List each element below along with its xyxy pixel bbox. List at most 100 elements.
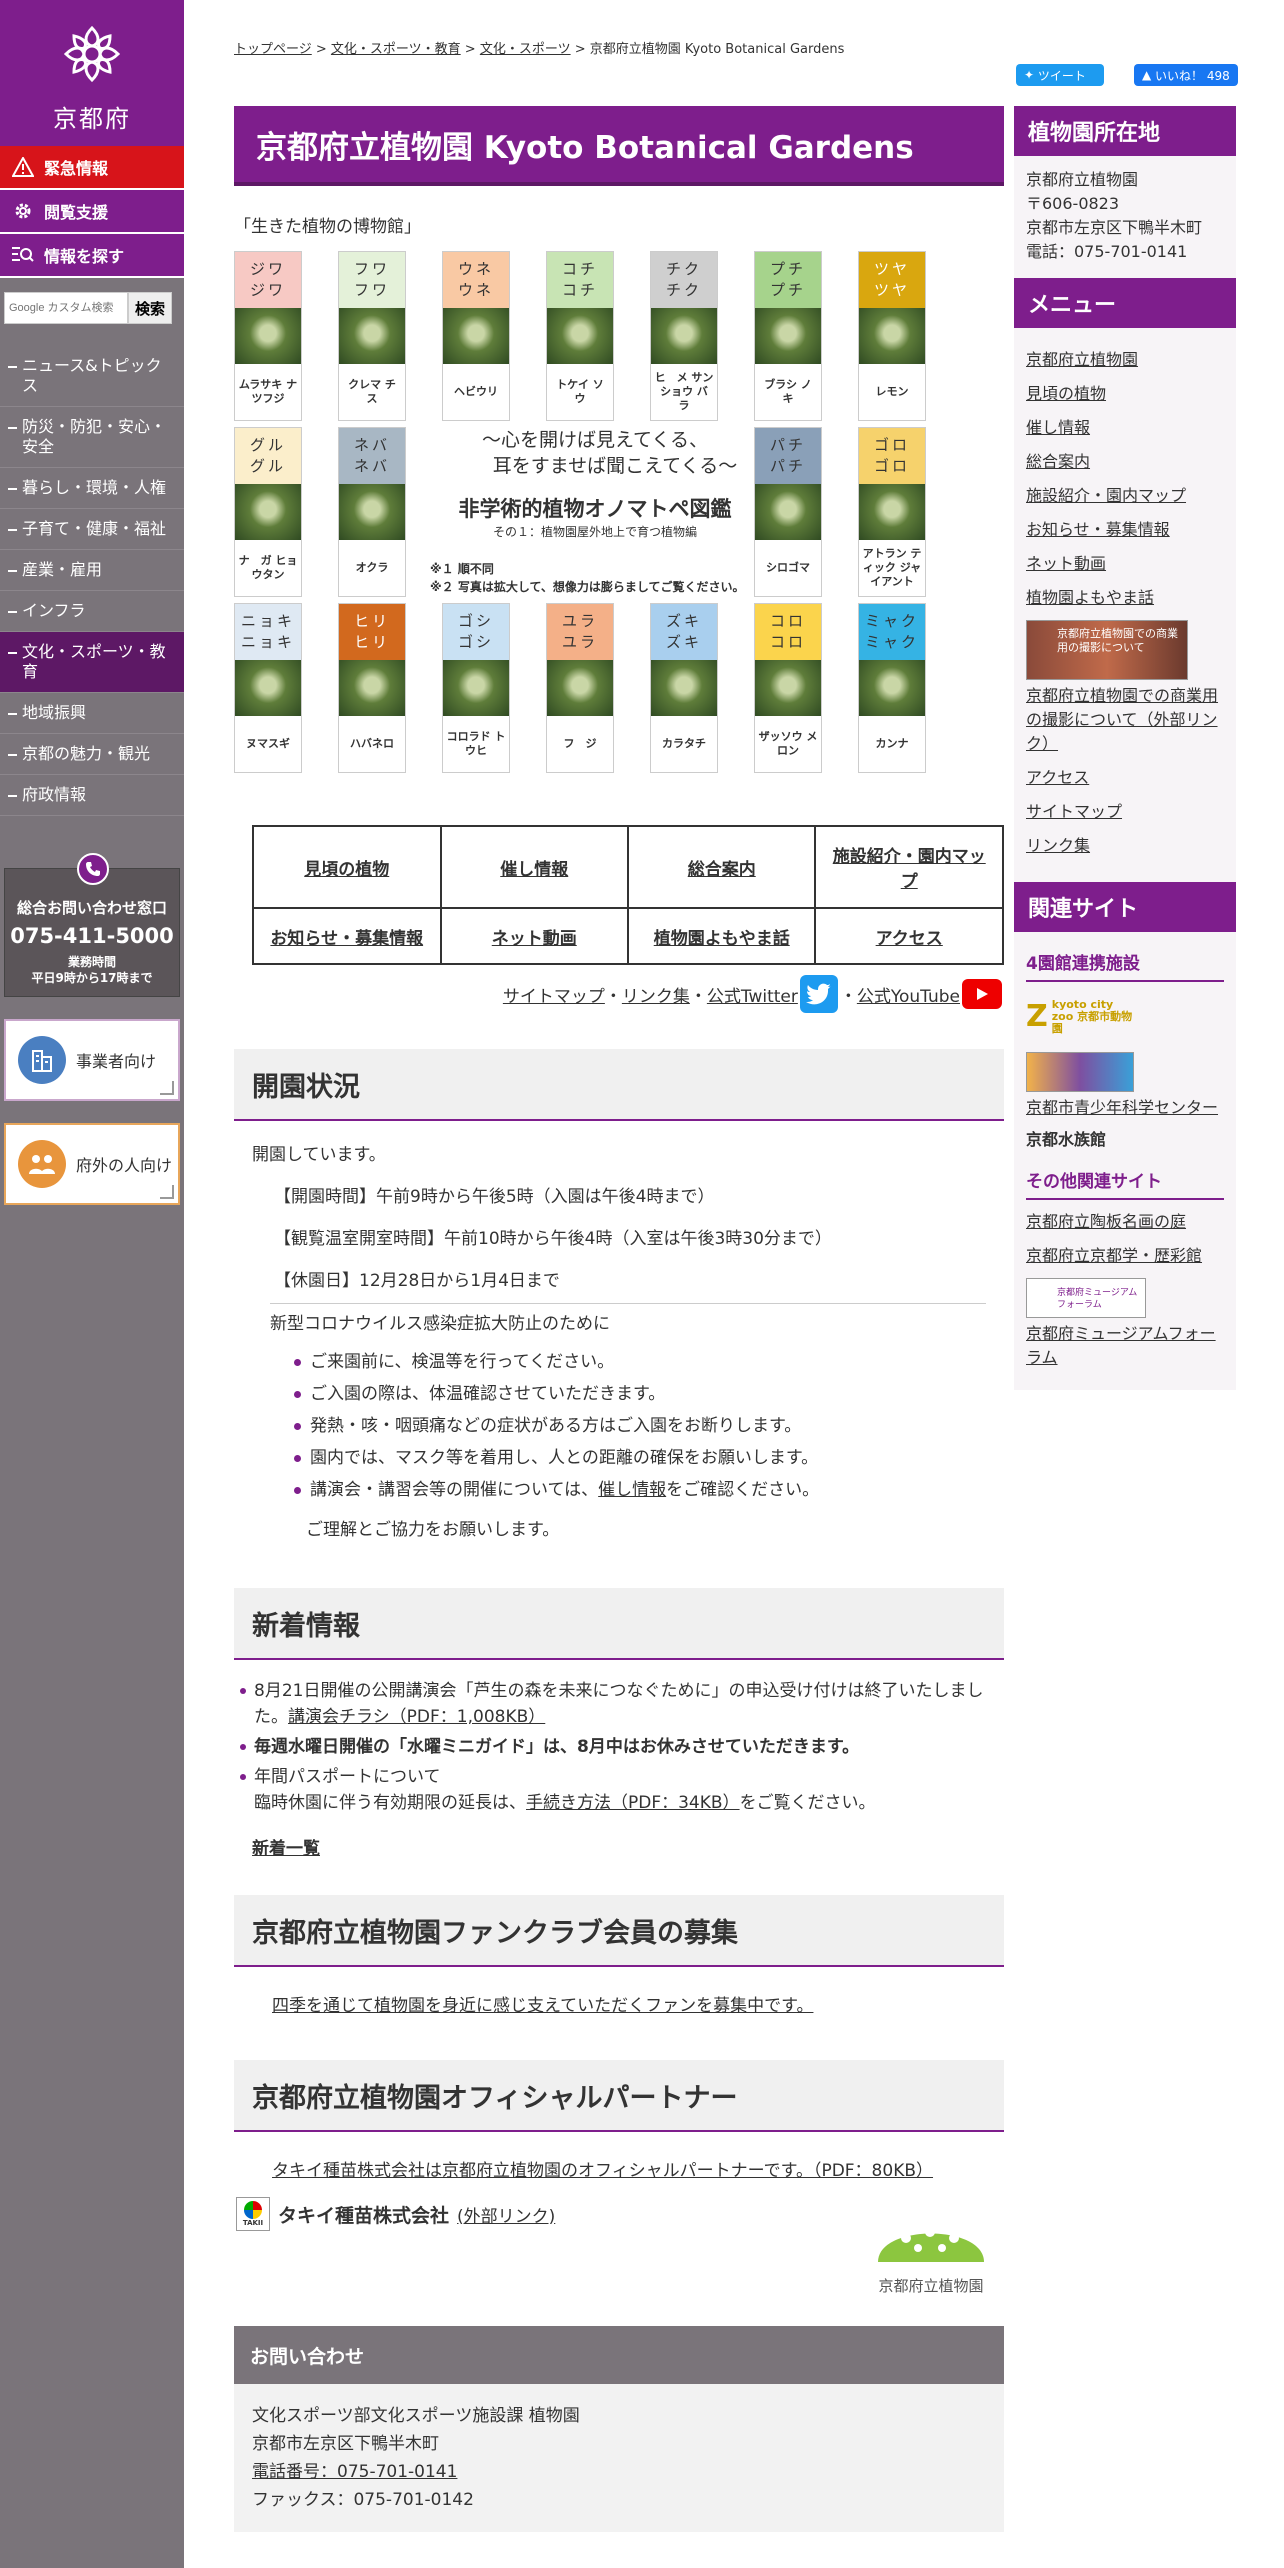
covid-item: 発熱・咳・咽頭痛などの症状がある方はご入園をお断りします。 — [290, 1410, 986, 1442]
find-info-button[interactable]: 情報を探す — [0, 234, 184, 278]
nav-item-infra[interactable]: インフラ — [0, 591, 184, 632]
zukan-card[interactable]: ゴシ ゴシ コロラド トウヒ — [442, 603, 510, 773]
menu-item[interactable]: お知らせ・募集情報 — [1026, 520, 1170, 539]
search-button[interactable]: 検索 — [128, 292, 172, 324]
emergency-button[interactable]: 緊急情報 — [0, 146, 184, 190]
menu-item[interactable]: リンク集 — [1026, 836, 1090, 855]
quicklink-stories-label[interactable]: 植物園よもやま話 — [654, 929, 790, 949]
zukan-card[interactable]: ミャク ミャク カンナ — [858, 603, 926, 773]
nav-item-safety[interactable]: 防災・防犯・安心・安全 — [0, 407, 184, 468]
zukan-card-plant-name: シロゴマ — [766, 561, 810, 574]
quicklink-events-label[interactable]: 催し情報 — [500, 860, 568, 880]
sitemap-link[interactable]: サイトマップ — [503, 982, 605, 1007]
nav-item-industry[interactable]: 産業・雇用 — [0, 550, 184, 591]
kyoto-emblem-icon — [63, 25, 121, 83]
zukan-card[interactable]: ユラ ユラフ ジ — [546, 603, 614, 773]
zukan-card[interactable]: グル グルナ ガ ヒョウタン — [234, 427, 302, 597]
quicklink-videos[interactable]: ネット動画 — [439, 907, 629, 965]
twitter-link[interactable]: 公式Twitter — [707, 982, 798, 1007]
commercial-link[interactable]: 京都府立植物園での商業用の撮影について（外部リンク） — [1026, 686, 1218, 753]
other-site-link[interactable]: 京都府立京都学・歴彩館 — [1026, 1246, 1202, 1265]
nav-item-life[interactable]: 暮らし・環境・人権 — [0, 468, 184, 509]
kyoto-logo[interactable]: 京都府 — [0, 0, 184, 146]
nav-item-news[interactable]: ニュース&トピックス — [0, 346, 184, 407]
zukan-card[interactable]: ヒリ ヒリ ハバネロ — [338, 603, 406, 773]
commercial-banner[interactable]: 京都府立植物園での商業用の撮影について — [1026, 620, 1188, 680]
events-link[interactable]: 催し情報 — [598, 1480, 666, 1500]
nav-item-region[interactable]: 地域振興 — [0, 693, 184, 734]
quicklink-access-label[interactable]: アクセス — [876, 929, 943, 949]
zukan-card[interactable]: ウネ ウネ ヘビウリ — [442, 251, 510, 421]
breadcrumb-culture[interactable]: 文化・スポーツ — [480, 42, 571, 57]
menu-item[interactable]: 見頃の植物 — [1026, 384, 1106, 403]
museum-link[interactable]: 京都府ミュージアムフォーラム — [1026, 1324, 1216, 1367]
youtube-link[interactable]: 公式YouTube — [857, 982, 960, 1007]
quicklink-facilities[interactable]: 施設紹介・園内マップ — [814, 825, 1004, 909]
nav-item-govt[interactable]: 府政情報 — [0, 775, 184, 816]
quicklink-videos-label[interactable]: ネット動画 — [492, 929, 577, 949]
zukan-card[interactable]: ネバ ネバ オクラ — [338, 427, 406, 597]
twitter-icon[interactable] — [799, 975, 838, 1013]
quicklink-guide-label[interactable]: 総合案内 — [688, 860, 756, 880]
partner-pdf-link[interactable]: タキイ種苗株式会社は京都府立植物園のオフィシャルパートナーです。（PDF：80K… — [272, 2161, 933, 2181]
lecture-flyer-link[interactable]: 講演会チラシ（PDF：1,008KB） — [288, 1707, 545, 1727]
zukan-card-plant-name: カンナ — [875, 737, 909, 750]
menu-item[interactable]: 植物園よもやま話 — [1026, 588, 1154, 607]
zukan-card-onomatopoeia: ズキ ズキ — [651, 604, 717, 660]
menu-item[interactable]: 催し情報 — [1026, 418, 1090, 437]
zukan-card[interactable]: ジワ ジワ ムラサキ ナツフジ — [234, 251, 302, 421]
breadcrumb-top[interactable]: トップページ — [234, 42, 312, 57]
quicklink-facilities-label[interactable]: 施設紹介・園内マップ — [833, 847, 986, 892]
quicklink-seasonal-label[interactable]: 見頃の植物 — [304, 860, 389, 880]
search-input[interactable] — [4, 292, 128, 324]
nav-item-child[interactable]: 子育て・健康・福祉 — [0, 509, 184, 550]
zukan-card[interactable]: コロ コロ ザッソウ メロン — [754, 603, 822, 773]
breadcrumb-culture-edu[interactable]: 文化・スポーツ・教育 — [331, 42, 461, 57]
quicklink-events[interactable]: 催し情報 — [439, 825, 629, 909]
menu-item[interactable]: 施設紹介・園内マップ — [1026, 486, 1186, 505]
links-link[interactable]: リンク集 — [622, 982, 690, 1007]
business-card[interactable]: 事業者向け — [4, 1019, 180, 1101]
other-site-link[interactable]: 京都府立陶板名画の庭 — [1026, 1212, 1186, 1231]
quicklink-seasonal[interactable]: 見頃の植物 — [252, 825, 442, 909]
quicklink-access[interactable]: アクセス — [814, 907, 1004, 965]
accessibility-button[interactable]: 閲覧支援 — [0, 190, 184, 234]
aquarium-link[interactable]: 京都水族館 — [1026, 1128, 1224, 1152]
zukan-card[interactable]: ツヤ ツヤ レモン — [858, 251, 926, 421]
quicklink-notices[interactable]: お知らせ・募集情報 — [252, 907, 442, 965]
contact-phone[interactable]: 075-411-5000 — [9, 924, 175, 948]
menu-item[interactable]: 総合案内 — [1026, 452, 1090, 471]
menu-item[interactable]: サイトマップ — [1026, 802, 1122, 821]
quicklink-guide[interactable]: 総合案内 — [626, 825, 817, 909]
partner-external-link[interactable]: (外部リンク) — [457, 2202, 555, 2227]
zukan-card[interactable]: パチ パチ シロゴマ — [754, 427, 822, 597]
procedure-link[interactable]: 手続き方法（PDF：34KB） — [526, 1793, 740, 1813]
like-button[interactable]: ▲ いいね！ 498 — [1134, 64, 1238, 86]
news-list-link[interactable]: 新着一覧 — [252, 1839, 320, 1859]
zukan-card[interactable]: ズキ ズキ カラタチ — [650, 603, 718, 773]
menu-item[interactable]: ネット動画 — [1026, 554, 1106, 573]
nav-item-culture[interactable]: 文化・スポーツ・教育 — [0, 632, 184, 693]
outside-card[interactable]: 府外の人向け — [4, 1123, 180, 1205]
museum-banner[interactable]: 京都府ミュージアムフォーラム — [1026, 1278, 1146, 1318]
zukan-card[interactable]: フワ フワ クレマ チ ス — [338, 251, 407, 421]
science-center-link[interactable]: 京都市青少年科学センター — [1026, 1098, 1218, 1117]
menu-item[interactable]: 京都府立植物園 — [1026, 350, 1138, 369]
quicklink-notices-label[interactable]: お知らせ・募集情報 — [270, 929, 423, 949]
tweet-button[interactable]: ✦ ツイート — [1016, 64, 1104, 86]
science-center-banner[interactable] — [1026, 1052, 1134, 1092]
fanclub-link[interactable]: 四季を通じて植物園を身近に感じ支えていただくファンを募集中です。 — [272, 1996, 813, 2016]
zukan-card[interactable]: プチ プチ ブラシ ノ キ — [754, 251, 823, 421]
zukan-card[interactable]: コチ コチ トケイ ソ ウ — [546, 251, 615, 421]
youtube-icon[interactable] — [962, 979, 1002, 1009]
menu-item[interactable]: アクセス — [1026, 768, 1089, 787]
zoo-logo[interactable]: Zkyoto city zoo 京都市動物園 — [1026, 992, 1138, 1042]
zukan-card[interactable]: ニョキ ニョキ ヌマスギ — [234, 603, 302, 773]
zukan-card[interactable]: チク チクヒ メ サンショウ バ ラ — [650, 251, 719, 421]
quicklink-stories[interactable]: 植物園よもやま話 — [626, 907, 817, 965]
partner-heading: 京都府立植物園オフィシャルパートナー — [234, 2060, 1004, 2132]
nav-item-tourism[interactable]: 京都の魅力・観光 — [0, 734, 184, 775]
zukan-card[interactable]: ゴロ ゴロ アトラン ティック ジャイアント — [858, 427, 926, 597]
onomatopoeia-zukan[interactable]: ジワ ジワ ムラサキ ナツフジ フワ フワ クレマ チ スウネ ウネ ヘビウリ コチ コチ… — [234, 251, 1004, 781]
inquiry-phone[interactable]: 電話番号：075-701-0141 — [252, 2462, 457, 2482]
